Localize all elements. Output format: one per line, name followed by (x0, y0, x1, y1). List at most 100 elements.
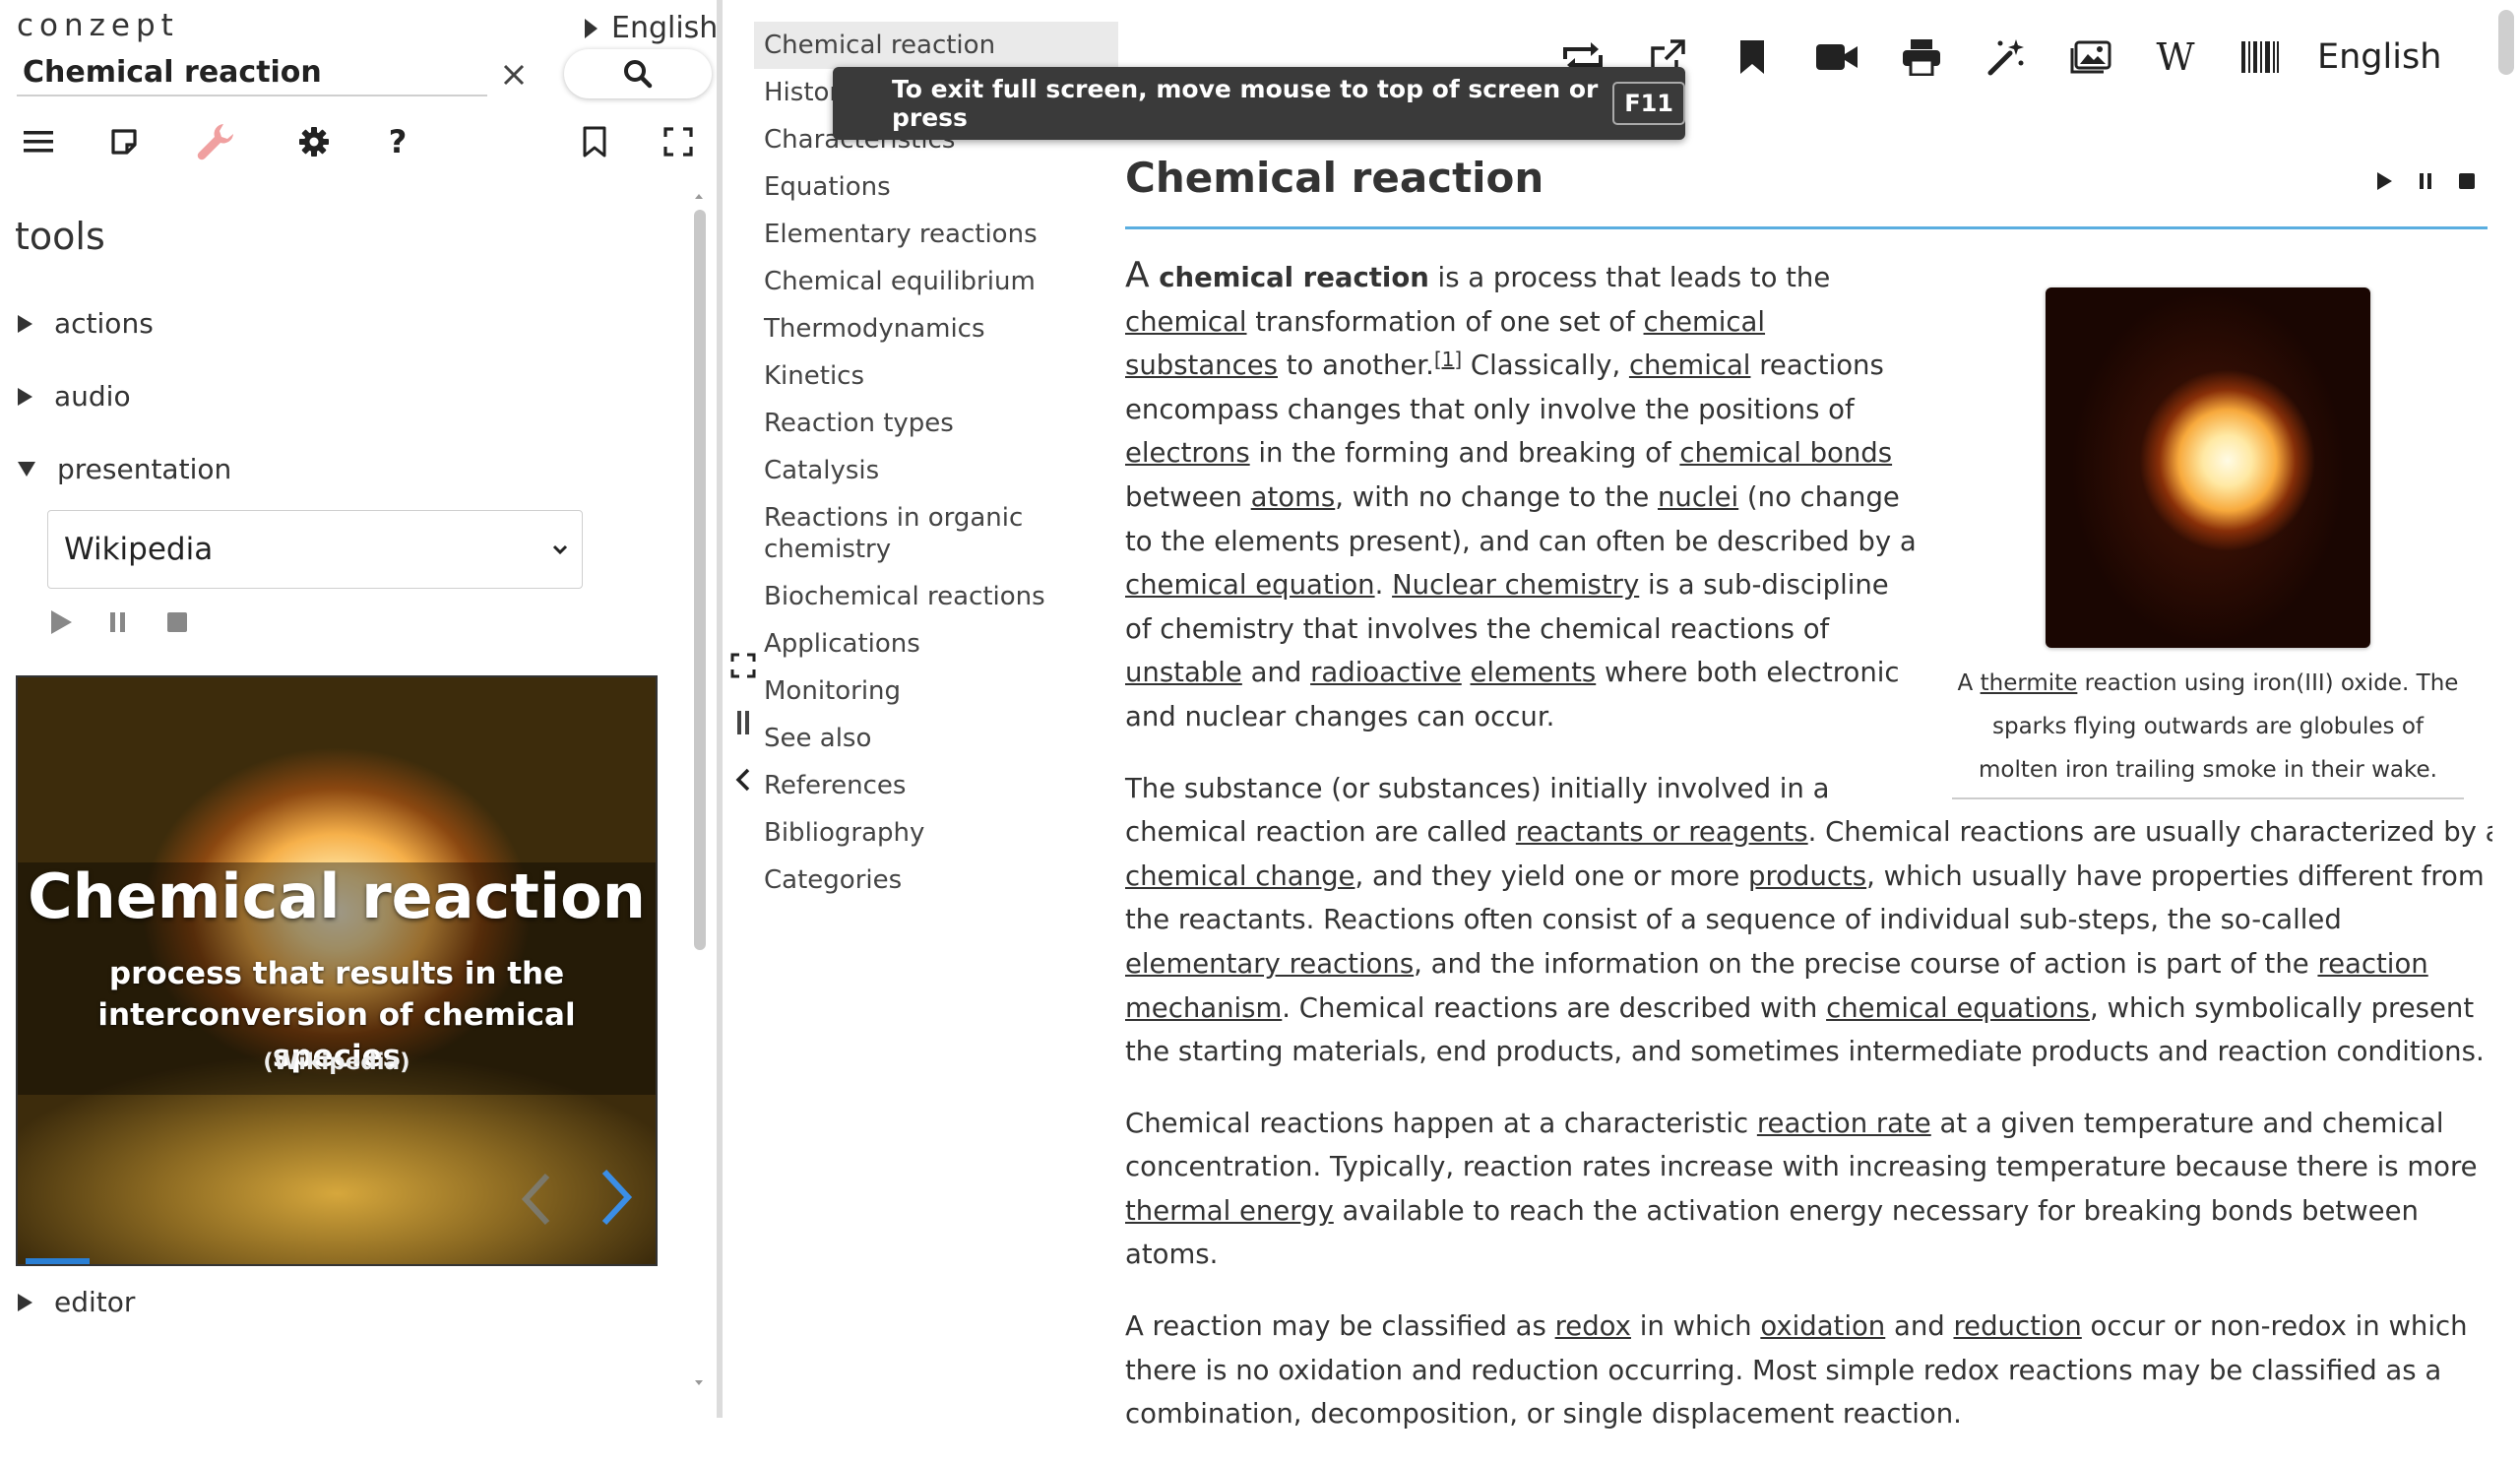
menu-button[interactable] (17, 120, 60, 163)
tools-button[interactable] (194, 120, 237, 163)
paragraph-text: in which (1630, 1310, 1761, 1343)
toc-item[interactable]: Biochemical reactions (754, 573, 1118, 620)
article-link[interactable]: redox (1555, 1310, 1631, 1342)
bookmark-button[interactable] (1725, 30, 1780, 85)
citation-link[interactable]: [1] (1434, 348, 1462, 371)
toc-item[interactable]: Categories (754, 857, 1118, 904)
paragraph-text: to another. (1277, 350, 1434, 382)
barcode-button[interactable] (2233, 30, 2288, 85)
article-link[interactable]: reactants or reagents (1516, 816, 1808, 848)
caret-right-icon (18, 387, 32, 406)
article-link[interactable]: oxidation (1760, 1310, 1885, 1342)
presentation-select[interactable]: Wikipedia (47, 510, 583, 589)
toc-item[interactable]: Equations (754, 163, 1118, 211)
presentation-pause-button[interactable] (100, 605, 136, 640)
section-actions[interactable]: actions (18, 307, 154, 340)
magic-wand-button[interactable] (1979, 30, 2034, 85)
wrench-icon (197, 124, 233, 160)
scroll-down-icon[interactable] (689, 1372, 709, 1392)
search-input[interactable] (17, 49, 487, 96)
caret-right-icon (18, 1293, 32, 1311)
presentation-stop-button[interactable] (159, 605, 195, 640)
help-button[interactable]: ? (376, 120, 419, 163)
paragraph-text: , and the information on the precise cou… (1414, 947, 2318, 980)
brand-logo[interactable]: conzept (17, 8, 179, 43)
paragraph-text: between (1125, 480, 1251, 513)
search-button[interactable] (564, 49, 712, 98)
main-scroll-thumb[interactable] (2498, 10, 2514, 75)
article-pause-button[interactable] (2412, 167, 2439, 195)
toc-item[interactable]: Bibliography (754, 809, 1118, 857)
section-label: editor (54, 1286, 136, 1318)
article-link[interactable]: chemical bonds (1679, 437, 1892, 469)
toc-item[interactable]: Reaction types (754, 400, 1118, 447)
caret-right-icon (18, 314, 32, 333)
toc-item[interactable]: Elementary reactions (754, 211, 1118, 258)
article-link[interactable]: chemical change (1125, 860, 1354, 892)
article-link[interactable]: thermal energy (1125, 1195, 1334, 1227)
toc-item[interactable]: Monitoring (754, 668, 1118, 715)
language-selector[interactable]: English (585, 11, 718, 45)
toc-item[interactable]: Thermodynamics (754, 305, 1118, 352)
slide-next-icon[interactable] (597, 1166, 636, 1229)
toc-item[interactable]: See also (754, 715, 1118, 762)
fullscreen-button[interactable] (657, 120, 700, 163)
article-link[interactable]: radioactive (1310, 657, 1462, 688)
article-link[interactable]: electrons (1125, 437, 1250, 469)
section-audio[interactable]: audio (18, 380, 131, 413)
settings-button[interactable] (292, 120, 336, 163)
article-link[interactable]: reduction (1953, 1310, 2081, 1342)
article-link[interactable]: atoms (1251, 481, 1336, 513)
article-play-button[interactable] (2370, 167, 2398, 195)
paragraph-text: and (1885, 1310, 1954, 1343)
paragraph-text: in the forming and breaking of (1249, 437, 1680, 470)
article-link[interactable]: chemical equations (1826, 992, 2090, 1024)
print-button[interactable] (1894, 30, 1949, 85)
article-stop-button[interactable] (2453, 167, 2481, 195)
video-button[interactable] (1809, 30, 1864, 85)
article-link[interactable]: chemical (1125, 306, 1247, 338)
toc-item[interactable]: Kinetics (754, 352, 1118, 400)
article-language[interactable]: English (2317, 37, 2441, 77)
paragraph-text: A (1125, 255, 1150, 295)
toc-item[interactable]: Chemical equilibrium (754, 258, 1118, 305)
notes-button[interactable] (102, 120, 146, 163)
article-link[interactable]: elements (1471, 657, 1597, 688)
images-button[interactable] (2063, 30, 2118, 85)
toc-item[interactable]: Reactions in organic chemistry (754, 494, 1118, 573)
toc-item[interactable]: Chemical reaction (754, 22, 1118, 69)
article-link[interactable]: nuclei (1658, 481, 1738, 513)
toc-item[interactable]: References (754, 762, 1118, 809)
presentation-play-button[interactable] (43, 605, 79, 640)
presentation-slide[interactable]: Chemical reaction process that results i… (16, 675, 658, 1266)
article-figure: A thermite reaction using iron(III) oxid… (1952, 254, 2464, 799)
section-editor[interactable]: editor (18, 1286, 135, 1318)
article-link[interactable]: Nuclear chemistry (1392, 569, 1639, 601)
article-toolbar: W English (1555, 30, 2441, 85)
scroll-up-icon[interactable] (689, 187, 709, 207)
article-link[interactable]: chemical (1629, 350, 1751, 381)
caption-link[interactable]: thermite (1981, 670, 2078, 696)
wikipedia-button[interactable]: W (2148, 30, 2203, 85)
toc-item[interactable]: Applications (754, 620, 1118, 668)
section-label: presentation (57, 453, 232, 485)
slide-source: (Wikipedia) (263, 1050, 410, 1075)
bookmarks-button[interactable] (573, 120, 616, 163)
thermite-image[interactable] (2046, 287, 2370, 648)
article-link[interactable]: elementary reactions (1125, 948, 1414, 980)
clear-search-button[interactable] (497, 55, 531, 95)
slide-prev-icon[interactable] (516, 1170, 555, 1229)
sidebar-scroll-thumb[interactable] (694, 210, 706, 950)
article-link[interactable]: reaction rate (1757, 1108, 1931, 1139)
fullscreen-icon (663, 127, 693, 157)
stop-icon (167, 612, 187, 632)
article-link[interactable]: products (1748, 860, 1866, 892)
article-link[interactable]: unstable (1125, 657, 1242, 688)
article-link[interactable]: chemical equation (1125, 569, 1375, 601)
main-scrollbar[interactable] (2492, 0, 2520, 1418)
toc-item[interactable]: Catalysis (754, 447, 1118, 494)
expand-icon (730, 653, 756, 678)
slide-progress-bar (26, 1258, 91, 1264)
section-presentation[interactable]: presentation (18, 453, 231, 485)
pane-divider[interactable] (717, 0, 723, 1418)
